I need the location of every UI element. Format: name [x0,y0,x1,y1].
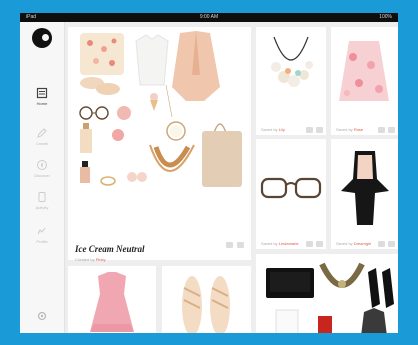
compass-icon [37,160,47,170]
floral-skirt-card[interactable]: Saved by Rose [331,27,398,135]
author-link[interactable]: Pinky [96,257,106,262]
pencil-icon [37,128,47,138]
like-button[interactable] [306,127,313,133]
like-button[interactable] [306,241,313,247]
sidebar-item-create[interactable]: Create [20,122,64,156]
peplum-dress-image [341,151,389,225]
sidebar-item-label: Activity [35,205,49,210]
like-button[interactable] [378,127,385,133]
sandals-card[interactable] [162,266,251,333]
like-button[interactable] [226,242,233,248]
share-button[interactable] [316,127,323,133]
floral-skirt-image [339,41,389,101]
share-button[interactable] [388,241,395,247]
share-button[interactable] [388,127,395,133]
app-screen: iPad 9:00 AM 100% Home Create Discover A… [20,13,398,333]
author-link[interactable]: Rose [354,127,363,132]
sidebar-item-discover[interactable]: Discover [20,154,64,188]
tablet-frame: iPad 9:00 AM 100% Home Create Discover A… [0,0,418,345]
user-icon [37,227,46,235]
sidebar: Home Create Discover Activity Profile [20,22,65,333]
pink-dress-image [90,272,134,332]
necklace-image [271,36,313,87]
like-button[interactable] [378,241,385,247]
status-bar: iPad 9:00 AM 100% [20,13,398,22]
sidebar-item-label: Home [36,101,48,106]
author-link[interactable]: Lily [279,127,285,132]
share-button[interactable] [237,242,244,248]
sidebar-item-label: Discover [34,173,50,178]
black-outfit-card[interactable] [256,254,398,333]
dress-card[interactable] [68,266,156,333]
collage-image [79,31,242,187]
card-credit: Saved by Dreamgirl [336,241,372,246]
collection-credit: Created by Pinky [75,257,106,262]
share-button[interactable] [316,241,323,247]
clock: 9:00 AM [199,14,219,20]
bell-icon [38,192,46,202]
glasses-image [260,177,322,199]
app-logo[interactable] [32,28,52,48]
card-credit: Saved by Rose [336,127,364,132]
featured-collage-card[interactable]: Ice Cream Neutral Created by Pinky [68,27,251,262]
author-link[interactable]: Dreamgirl [354,241,371,246]
sidebar-item-home[interactable]: Home [20,82,64,116]
card-credit: Saved by Lily [261,127,285,132]
sidebar-item-activity[interactable]: Activity [20,186,64,220]
glasses-card[interactable]: Saved by Lindamarie [256,139,326,249]
feed: Ice Cream Neutral Created by Pinky Saved… [65,22,398,333]
battery-label: 100% [379,14,392,20]
sidebar-item-profile[interactable]: Profile [20,220,64,254]
gear-icon[interactable] [36,310,48,322]
outfit-collage-image [266,262,394,333]
card-credit: Saved by Lindamarie [261,241,299,246]
sandals-image [182,276,230,333]
necklace-card[interactable]: Saved by Lily [256,27,326,135]
sidebar-item-label: Profile [36,239,48,244]
collection-title: Ice Cream Neutral [75,244,145,254]
author-link[interactable]: Lindamarie [279,241,299,246]
sidebar-item-label: Create [35,141,48,146]
home-icon [36,87,48,99]
peplum-dress-card[interactable]: Saved by Dreamgirl [331,139,398,249]
